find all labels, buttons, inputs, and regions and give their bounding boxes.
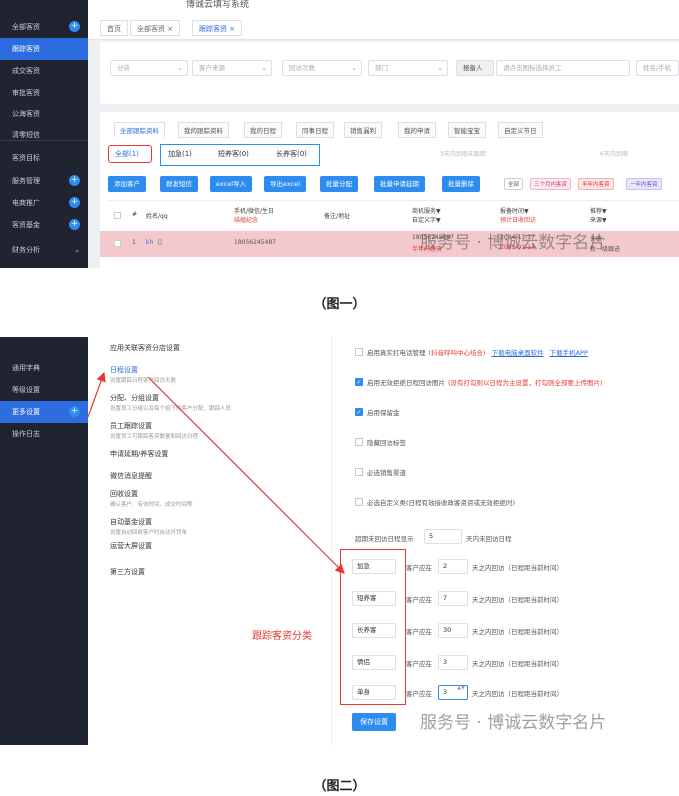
sidebar-item[interactable]: 客资基金 + xyxy=(0,214,88,236)
category-more[interactable]: 3天内到期未跟踪 xyxy=(440,149,486,158)
chevron-down-icon: ⌄ xyxy=(351,64,357,72)
sub-tab[interactable]: 销售漏判 xyxy=(344,122,382,138)
sidebar-item[interactable]: 电商推广 + xyxy=(0,192,88,214)
chevron-down-icon: ⌄ xyxy=(74,246,80,254)
action-button[interactable]: 添加客户 xyxy=(108,176,146,192)
action-button[interactable]: 群发短信 xyxy=(160,176,198,192)
header-time-sub: 预计日收回访 xyxy=(500,217,537,224)
sidebar-item-label: 客资基金 xyxy=(12,221,40,229)
filter-tag[interactable]: 全部 xyxy=(504,178,524,190)
action-button[interactable]: 批量删除 xyxy=(442,176,480,192)
caption-1: （图一） xyxy=(313,297,366,312)
filter-select[interactable]: 部门 ⌄ xyxy=(368,60,448,76)
header-checkbox[interactable] xyxy=(114,212,121,219)
plus-icon[interactable]: + xyxy=(69,21,80,32)
chevron-down-icon: ⌄ xyxy=(437,64,443,72)
figure-2-screenshot: 通用字典 等级设置 更多设置 + 操作日志 应用关联客资分店设置 日程设置 设置跟踪日程客户… xyxy=(0,337,679,745)
sidebar-item-label: 审批客资 xyxy=(12,89,40,97)
filter-tag[interactable]: 一年内客资 xyxy=(626,178,662,190)
sub-tab[interactable]: 全部跟踪资料 xyxy=(114,122,165,138)
sidebar-item-label: 服务管理 xyxy=(12,177,40,185)
row-index: 1 xyxy=(132,239,136,246)
header-reco-sub: 来源▼ xyxy=(590,217,607,224)
header-num: # xyxy=(132,211,138,218)
annotation-label: 跟踪客资分类 xyxy=(252,631,312,642)
watermark-1: 服务号 · 博诚云数字名片 xyxy=(420,233,607,253)
filter-tag[interactable]: 三个月内客资 xyxy=(530,178,572,190)
plus-icon[interactable]: + xyxy=(69,197,80,208)
levels-highlight-box xyxy=(340,549,406,705)
filter-bar: 分店 ⌄ 客户来源 ⌄ 回访次数 ⌄ 部门 ⌄ 报备人 请点击图标选择员工 姓名/手机 xyxy=(100,42,679,104)
watermark-2: 服务号 · 博诚云数字名片 xyxy=(420,713,607,733)
filter-select[interactable]: 请点击图标选择员工 xyxy=(496,60,630,76)
header-phone: 手机/微信/生日 xyxy=(234,208,275,215)
sidebar-item[interactable]: 跟踪客资 xyxy=(0,38,88,60)
caption-2: （图二） xyxy=(313,779,366,794)
table-header-divider xyxy=(108,200,679,201)
sidebar-item-label: 全部客资 xyxy=(12,23,40,31)
sidebar-divider xyxy=(0,140,88,141)
header-service-sub: 自定义字▼ xyxy=(412,217,441,224)
sidebar-item-label: 财务分析 xyxy=(12,246,40,254)
filter-select[interactable]: 客户来源 ⌄ xyxy=(192,60,272,76)
category-long[interactable]: 长养客(0) xyxy=(276,149,307,159)
action-button[interactable]: 导出excel xyxy=(264,176,306,192)
page-tab[interactable]: 首页 xyxy=(100,20,128,36)
sidebar: 全部客资 + 跟踪客资 成交客资 审批客资 公海客资 清零短信 客资目标 服务管理 + 电商推广 + 客… xyxy=(0,0,88,268)
sidebar-item-label: 客资目标 xyxy=(12,154,40,162)
filter-select[interactable]: 分店 ⌄ xyxy=(110,60,188,76)
phone-icon: ▯ xyxy=(158,238,162,246)
category-all[interactable]: 全部(1) xyxy=(115,149,139,159)
header-note: 备注/地址 xyxy=(324,213,351,220)
filter-tag[interactable]: 半年内客资 xyxy=(578,178,614,190)
sub-tab[interactable]: 我的日程 xyxy=(244,122,282,138)
filter-select[interactable]: 回访次数 ⌄ xyxy=(282,60,362,76)
category-more[interactable]: 6天内到期 xyxy=(600,149,628,158)
page-tab[interactable]: 跟踪客资 × xyxy=(192,20,243,36)
article-root: 全部客资 + 跟踪客资 成交客资 审批客资 公海客资 清零短信 客资目标 服务管理 + 电商推广 + 客… xyxy=(0,0,679,796)
sidebar-item[interactable]: 审批客资 xyxy=(0,82,88,104)
row-phone: 18056245487 xyxy=(234,239,276,246)
header-time: 报备时间▼ xyxy=(500,208,529,215)
sidebar-item[interactable]: 服务管理 + xyxy=(0,170,88,192)
sidebar-item[interactable]: 清零短信 xyxy=(0,124,88,146)
chevron-down-icon: ⌄ xyxy=(261,64,267,72)
sub-tab[interactable]: 同事日程 xyxy=(296,122,334,138)
filter-select[interactable]: 姓名/手机 xyxy=(636,60,679,76)
header-service: 商机服务▼ xyxy=(412,208,441,215)
action-button[interactable]: 批量分配 xyxy=(320,176,358,192)
plus-icon[interactable]: + xyxy=(69,219,80,230)
header-name: 姓名/qq xyxy=(146,213,168,220)
plus-icon[interactable]: + xyxy=(69,175,80,186)
action-button[interactable]: excel导入 xyxy=(210,176,252,192)
top-bar: 博诚云填写系统 xyxy=(88,0,679,14)
sub-tab[interactable]: 智能宝宝 xyxy=(448,122,486,138)
sidebar-item-label: 公海客资 xyxy=(12,110,40,118)
sidebar-item[interactable]: 成交客资 xyxy=(0,60,88,82)
category-short[interactable]: 短养客(0) xyxy=(218,149,249,159)
sidebar-item[interactable]: 客资目标 xyxy=(0,147,88,169)
header-phone-sub: 结婚纪念 xyxy=(234,217,259,224)
sidebar-item[interactable]: 全部客资 + xyxy=(0,16,88,38)
sub-tab[interactable]: 我的跟踪资料 xyxy=(178,122,229,138)
sidebar-item[interactable]: 公海客资 xyxy=(0,103,88,125)
page-tabs: 首页 全部客资 × 跟踪客资 × xyxy=(88,14,679,40)
sidebar-item-label: 成交客资 xyxy=(12,67,40,75)
category-urgent[interactable]: 加急(1) xyxy=(168,149,192,159)
header-reco: 推荐▼ xyxy=(590,208,607,215)
row-name[interactable]: kh xyxy=(146,239,153,246)
action-button[interactable]: 批量申请延期 xyxy=(374,176,425,192)
sidebar-item-label: 清零短信 xyxy=(12,131,40,139)
sidebar-item-label: 跟踪客资 xyxy=(12,45,40,53)
page-tab[interactable]: 全部客资 × xyxy=(130,20,181,36)
row-checkbox[interactable] xyxy=(114,240,121,247)
filter-select[interactable]: 报备人 xyxy=(456,60,494,76)
sidebar-item[interactable]: 财务分析 ⌄ xyxy=(0,239,88,261)
sub-tab[interactable]: 我的申请 xyxy=(398,122,436,138)
sub-tab[interactable]: 自定义节日 xyxy=(498,122,543,138)
app-title: 博诚云填写系统 xyxy=(186,0,250,10)
chevron-down-icon: ⌄ xyxy=(177,64,183,72)
sidebar-item-label: 电商推广 xyxy=(12,199,40,207)
